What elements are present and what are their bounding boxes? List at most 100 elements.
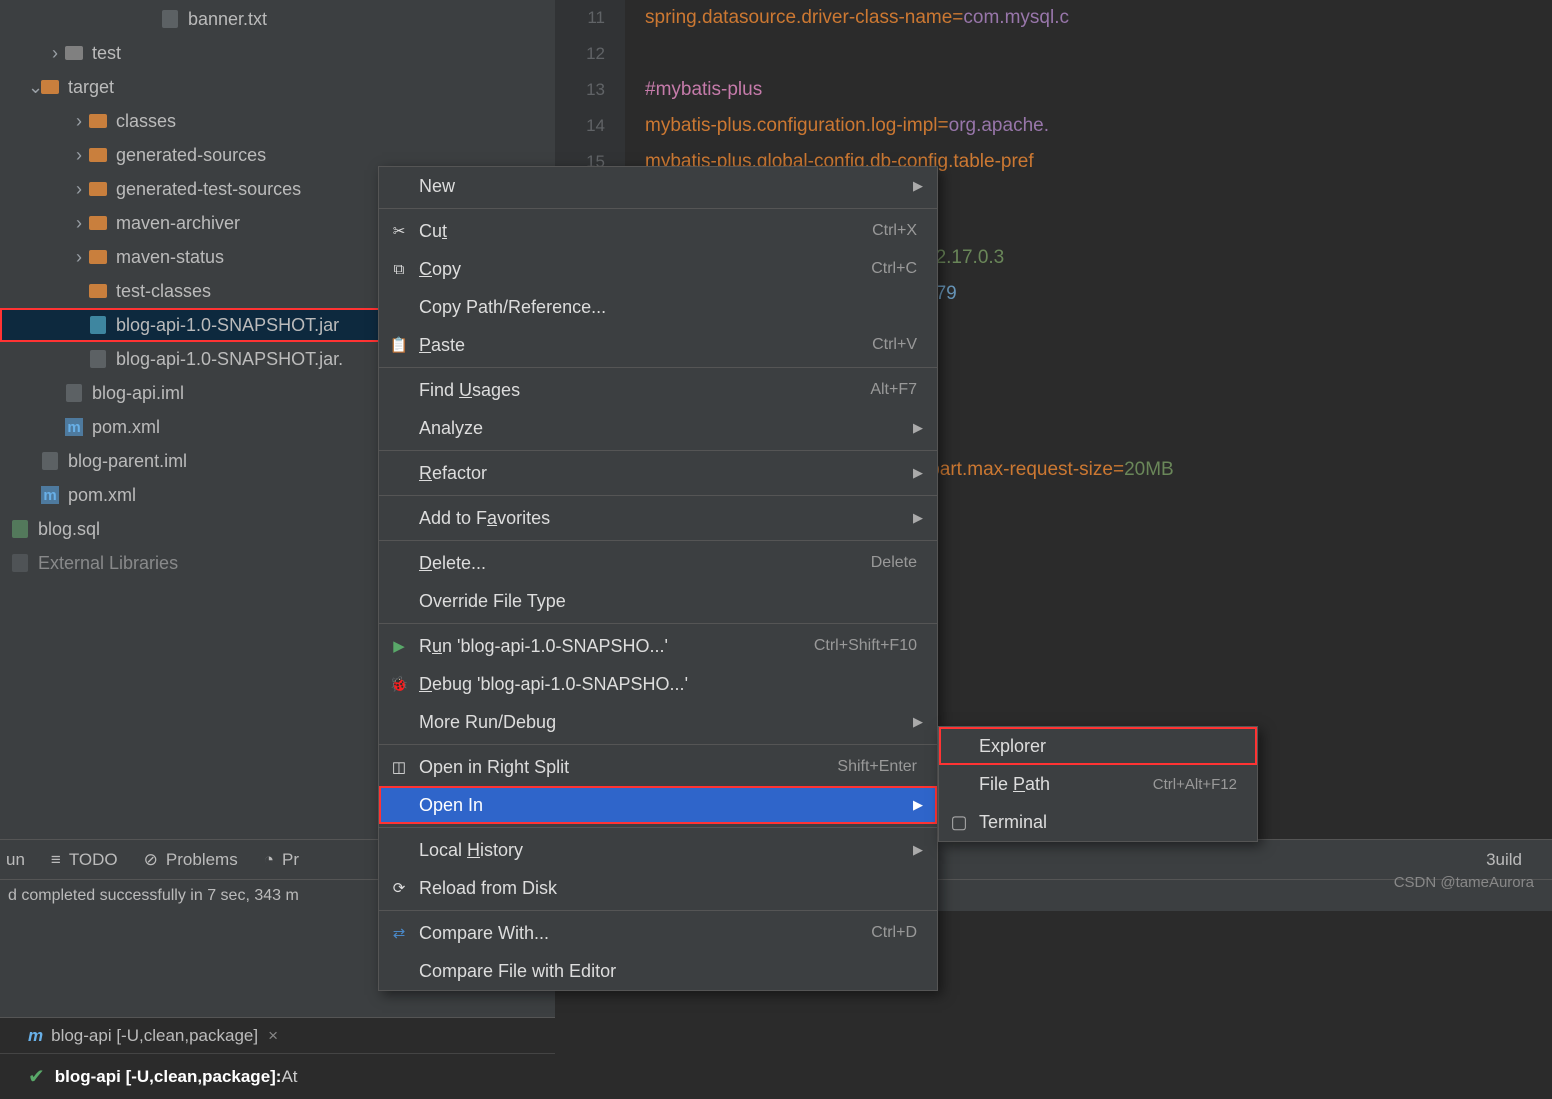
menu-separator — [379, 744, 937, 745]
folder-icon — [64, 43, 84, 63]
folder-icon — [40, 77, 60, 97]
library-icon — [10, 553, 30, 573]
tree-folder-target[interactable]: ⌄ target — [0, 70, 555, 104]
tree-file-banner[interactable]: banner.txt — [0, 2, 555, 36]
tree-label: pom.xml — [68, 485, 136, 506]
chevron-right-icon[interactable]: › — [52, 43, 64, 64]
menu-analyze[interactable]: Analyze▶ — [379, 409, 937, 447]
chevron-right-icon[interactable]: › — [76, 213, 88, 234]
check-icon: ✔ — [28, 1064, 45, 1089]
tree-label: banner.txt — [188, 9, 267, 30]
code-token: mybatis-plus.configuration.log-impl — [645, 115, 938, 136]
scissors-icon: ✂ — [389, 221, 409, 241]
clipboard-icon: 📋 — [389, 335, 409, 355]
tree-label: target — [68, 77, 114, 98]
tree-folder-test[interactable]: › test — [0, 36, 555, 70]
menu-separator — [379, 450, 937, 451]
menu-compare-editor[interactable]: Compare File with Editor — [379, 952, 937, 990]
chevron-right-icon[interactable]: › — [76, 179, 88, 200]
menu-local-history[interactable]: Local History▶ — [379, 831, 937, 869]
folder-icon — [88, 281, 108, 301]
file-icon — [88, 349, 108, 369]
warning-icon: ⊘ — [144, 850, 158, 870]
tree-label: maven-archiver — [116, 213, 240, 234]
chevron-right-icon: ▶ — [913, 842, 923, 858]
tree-label: classes — [116, 111, 176, 132]
chevron-right-icon: ▶ — [913, 797, 923, 813]
menu-reload-disk[interactable]: ⟳Reload from Disk — [379, 869, 937, 907]
status-text: d completed successfully in 7 sec, 343 m — [8, 887, 299, 905]
toolwindow-run[interactable]: un — [6, 850, 25, 870]
menu-refactor[interactable]: Refactor▶ — [379, 454, 937, 492]
menu-separator — [379, 623, 937, 624]
menu-separator — [379, 495, 937, 496]
menu-paste[interactable]: 📋PasteCtrl+V — [379, 326, 937, 364]
jar-icon — [88, 315, 108, 335]
diff-icon: ⇄ — [389, 923, 409, 943]
chevron-right-icon: ▶ — [913, 510, 923, 526]
menu-open-in[interactable]: Open In▶ — [379, 786, 937, 824]
menu-copy[interactable]: ⧉CopyCtrl+C — [379, 250, 937, 288]
tree-label: External Libraries — [38, 553, 178, 574]
tree-label: blog.sql — [38, 519, 100, 540]
tree-folder-classes[interactable]: › classes — [0, 104, 555, 138]
menu-separator — [379, 540, 937, 541]
play-icon: ▶ — [389, 636, 409, 656]
list-icon: ≡ — [51, 850, 61, 870]
menu-override-filetype[interactable]: Override File Type — [379, 582, 937, 620]
toolwindow-build[interactable]: 3uild — [1486, 850, 1522, 870]
menu-new[interactable]: New▶ — [379, 167, 937, 205]
close-icon[interactable]: × — [268, 1026, 278, 1046]
line-number: 14 — [555, 108, 605, 144]
chevron-right-icon[interactable]: › — [76, 247, 88, 268]
split-icon: ◫ — [389, 757, 409, 777]
toolwindow-problems[interactable]: ⊘Problems — [144, 850, 238, 870]
run-tab[interactable]: m blog-api [-U,clean,package] × — [0, 1018, 555, 1054]
chevron-right-icon[interactable]: › — [76, 111, 88, 132]
line-number: 13 — [555, 72, 605, 108]
chevron-right-icon[interactable]: › — [76, 145, 88, 166]
file-icon — [40, 451, 60, 471]
run-status-line: ✔ blog-api [-U,clean,package]: At — [0, 1054, 555, 1099]
menu-more-run[interactable]: More Run/Debug▶ — [379, 703, 937, 741]
reload-icon: ⟳ — [389, 878, 409, 898]
menu-cut[interactable]: ✂CutCtrl+X — [379, 212, 937, 250]
menu-add-favorites[interactable]: Add to Favorites▶ — [379, 499, 937, 537]
submenu-terminal[interactable]: ▢Terminal — [939, 803, 1257, 841]
folder-icon — [88, 111, 108, 131]
tree-label: test-classes — [116, 281, 211, 302]
tree-label: blog-api-1.0-SNAPSHOT.jar — [116, 315, 339, 336]
submenu-file-path[interactable]: File PathCtrl+Alt+F12 — [939, 765, 1257, 803]
menu-run[interactable]: ▶Run 'blog-api-1.0-SNAPSHO...'Ctrl+Shift… — [379, 627, 937, 665]
copy-icon: ⧉ — [389, 259, 409, 279]
tree-label: pom.xml — [92, 417, 160, 438]
menu-find-usages[interactable]: Find UsagesAlt+F7 — [379, 371, 937, 409]
maven-icon: m — [64, 417, 84, 437]
chevron-right-icon: ▶ — [913, 714, 923, 730]
menu-copy-path[interactable]: Copy Path/Reference... — [379, 288, 937, 326]
terminal-icon: ▢ — [949, 812, 969, 833]
profiler-icon: ◔ — [264, 850, 274, 870]
menu-debug[interactable]: 🐞Debug 'blog-api-1.0-SNAPSHO...' — [379, 665, 937, 703]
context-menu[interactable]: New▶ ✂CutCtrl+X ⧉CopyCtrl+C Copy Path/Re… — [378, 166, 938, 991]
menu-delete[interactable]: Delete...Delete — [379, 544, 937, 582]
code-token: #mybatis-plus — [645, 79, 762, 100]
submenu-open-in[interactable]: Explorer File PathCtrl+Alt+F12 ▢Terminal — [938, 726, 1258, 842]
tree-label: blog-api-1.0-SNAPSHOT.jar. — [116, 349, 343, 370]
run-tab-label: blog-api [-U,clean,package] — [51, 1026, 258, 1046]
menu-open-right-split[interactable]: ◫Open in Right SplitShift+Enter — [379, 748, 937, 786]
toolwindow-todo[interactable]: ≡TODO — [51, 850, 118, 870]
menu-separator — [379, 367, 937, 368]
chevron-down-icon[interactable]: ⌄ — [28, 77, 40, 98]
tree-label: test — [92, 43, 121, 64]
menu-compare-with[interactable]: ⇄Compare With...Ctrl+D — [379, 914, 937, 952]
chevron-right-icon: ▶ — [913, 178, 923, 194]
toolwindow-profiler[interactable]: ◔Pr — [264, 850, 299, 870]
code-token: 20MB — [1124, 459, 1174, 480]
tree-label: maven-status — [116, 247, 224, 268]
folder-icon — [88, 213, 108, 233]
folder-icon — [88, 247, 108, 267]
run-status-prefix: blog-api [-U,clean,package]: — [55, 1067, 282, 1087]
chevron-right-icon: ▶ — [913, 420, 923, 436]
submenu-explorer[interactable]: Explorer — [939, 727, 1257, 765]
